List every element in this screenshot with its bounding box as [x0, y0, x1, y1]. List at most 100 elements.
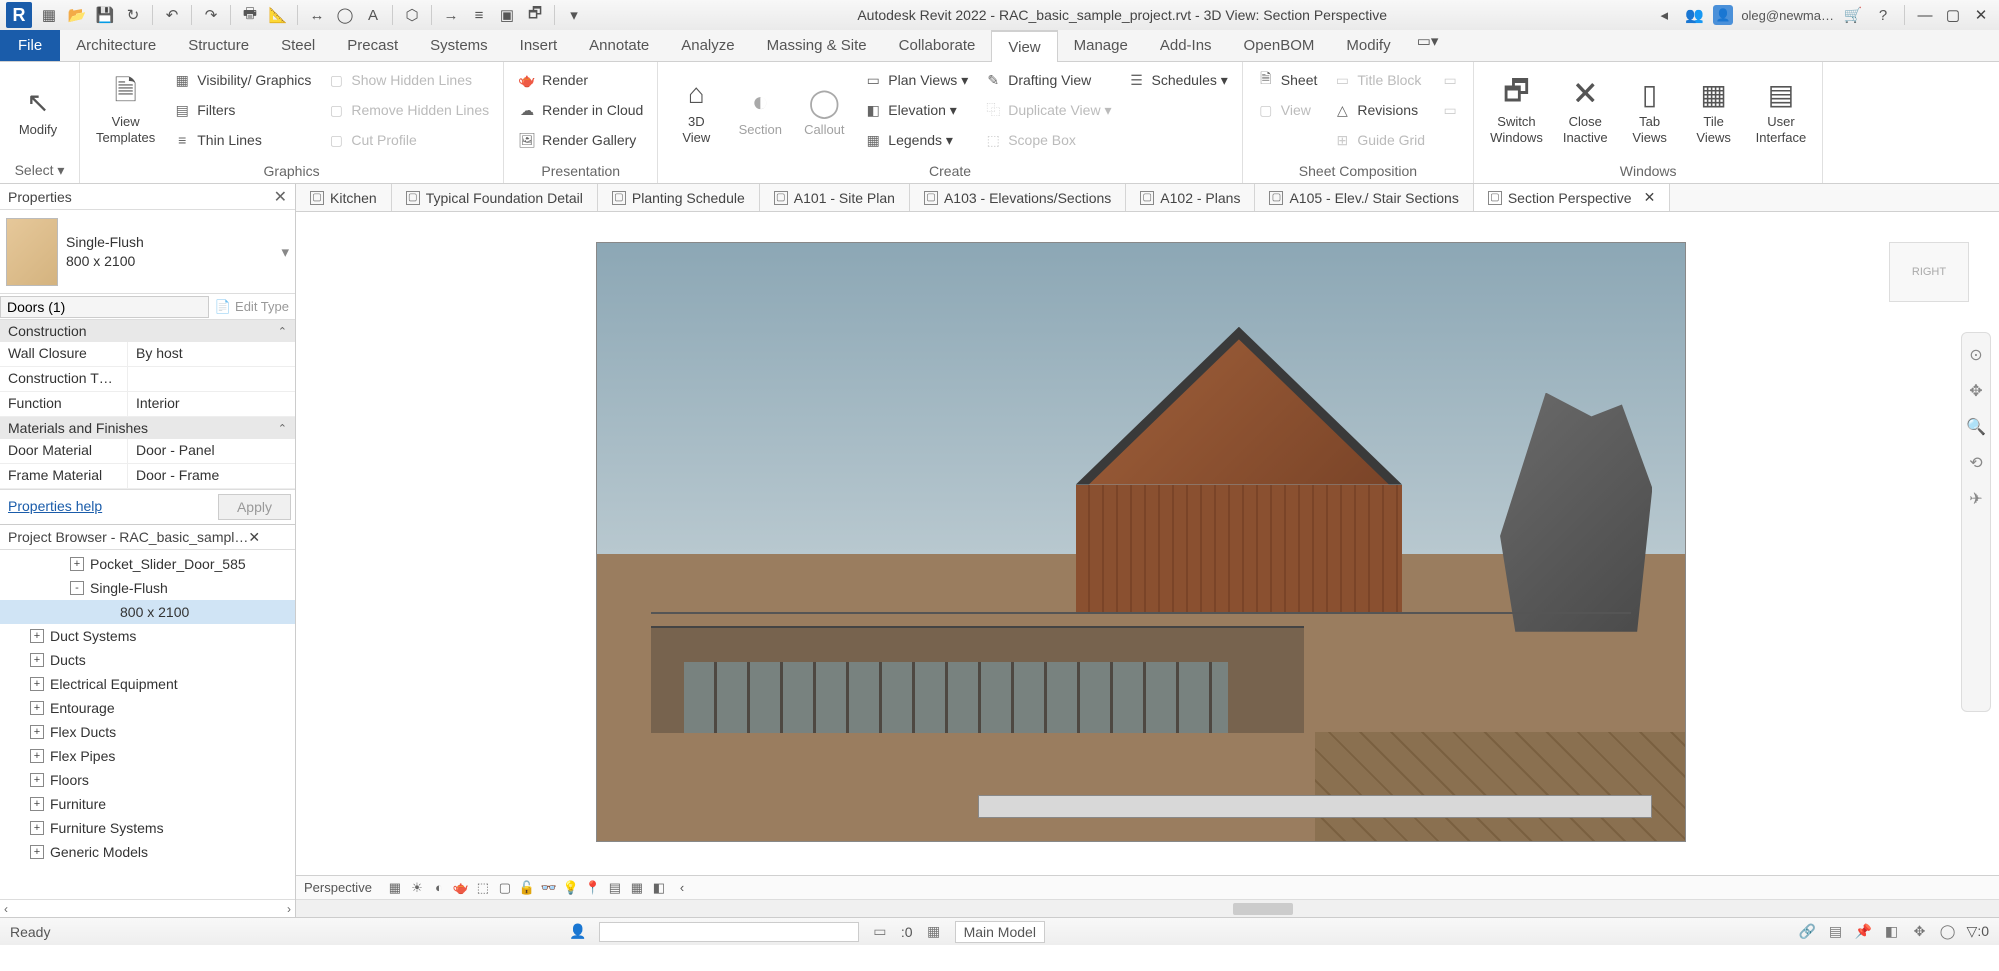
schedules-button[interactable]: ☰Schedules ▾ — [1121, 66, 1233, 94]
nav-back-icon[interactable]: ◂ — [1653, 4, 1675, 26]
tree-item[interactable]: +Furniture — [0, 792, 295, 816]
drafting-view-button[interactable]: ✎Drafting View — [978, 66, 1117, 94]
tree-expander-icon[interactable]: + — [30, 845, 44, 859]
qat-3d-icon[interactable]: ⬡ — [401, 4, 423, 26]
view-cube[interactable]: RIGHT — [1889, 242, 1969, 302]
ribbon-tab-add-ins[interactable]: Add-Ins — [1144, 30, 1228, 61]
worksharing-icon[interactable]: 👤 — [569, 923, 587, 941]
tree-item[interactable]: +Furniture Systems — [0, 816, 295, 840]
tile-views-button[interactable]: ▦Tile Views — [1684, 66, 1744, 156]
switch-windows-button[interactable]: 🗗Switch Windows — [1482, 66, 1551, 156]
tree-expander-icon[interactable]: + — [30, 725, 44, 739]
visibility-graphics-button[interactable]: ▦Visibility/ Graphics — [167, 66, 317, 94]
filters-button[interactable]: ▤Filters — [167, 96, 317, 124]
ribbon-tab-insert[interactable]: Insert — [504, 30, 574, 61]
pan-icon[interactable]: ✥ — [1966, 381, 1986, 401]
tree-expander-icon[interactable]: + — [30, 773, 44, 787]
properties-close-icon[interactable]: ✕ — [274, 187, 287, 207]
vc-shadow-icon[interactable]: ◐ — [430, 879, 448, 897]
view-tab[interactable]: ▢Kitchen — [296, 184, 392, 211]
file-tab[interactable]: File — [0, 30, 60, 61]
model-icon[interactable]: ▦ — [925, 923, 943, 941]
render-cloud-button[interactable]: ☁Render in Cloud — [512, 96, 649, 124]
navigation-bar[interactable]: ⊙ ✥ 🔍 ⟲ ✈ — [1961, 332, 1991, 712]
type-selector[interactable]: Single-Flush 800 x 2100 ▾ — [0, 210, 295, 294]
zoom-icon[interactable]: 🔍 — [1966, 417, 1986, 437]
modify-button[interactable]: ↖ Modify — [8, 66, 68, 156]
maximize-button[interactable]: ▢ — [1943, 5, 1963, 25]
tree-expander-icon[interactable]: + — [30, 629, 44, 643]
scroll-right-icon[interactable]: › — [287, 902, 291, 916]
thin-lines-button[interactable]: ≡Thin Lines — [167, 126, 317, 154]
scroll-left-icon[interactable]: ‹ — [4, 902, 8, 916]
keyboard-input[interactable] — [599, 922, 859, 942]
filter-count[interactable]: ▽:0 — [1967, 923, 1989, 940]
vc-temp-icon[interactable]: 👓 — [540, 879, 558, 897]
horizontal-scrollbar[interactable] — [296, 899, 1999, 917]
vc-crop-icon[interactable]: ⬚ — [474, 879, 492, 897]
user-avatar-icon[interactable]: 👤 — [1713, 5, 1733, 25]
view-tab[interactable]: ▢A103 - Elevations/Sections — [910, 184, 1126, 211]
qat-undo-icon[interactable]: ↶ — [161, 4, 183, 26]
properties-help-link[interactable]: Properties help — [4, 494, 218, 520]
legends-button[interactable]: ▦Legends ▾ — [858, 126, 974, 154]
tab-views-button[interactable]: ▯Tab Views — [1620, 66, 1680, 156]
tree-expander-icon[interactable]: + — [30, 821, 44, 835]
close-inactive-button[interactable]: 🗙Close Inactive — [1555, 66, 1616, 156]
qat-dimension-icon[interactable]: ↔ — [306, 4, 328, 26]
vc-render-icon[interactable]: 🫖 — [452, 879, 470, 897]
section-button[interactable]: ◐ Section — [730, 66, 790, 156]
select-pinned-icon[interactable]: 📌 — [1855, 923, 1873, 941]
browser-close-icon[interactable]: ✕ — [248, 529, 260, 546]
select-links-icon[interactable]: 🔗 — [1799, 923, 1817, 941]
tree-expander-icon[interactable]: + — [30, 653, 44, 667]
tree-expander-icon[interactable]: - — [70, 581, 84, 595]
3d-view-button[interactable]: ⌂ 3D View — [666, 66, 726, 156]
edit-type-button[interactable]: 📄Edit Type — [209, 299, 295, 315]
tree-item[interactable]: +Pocket_Slider_Door_585 — [0, 552, 295, 576]
view-tab[interactable]: ▢A102 - Plans — [1126, 184, 1255, 211]
ribbon-tab-analyze[interactable]: Analyze — [665, 30, 750, 61]
qat-thin-icon[interactable]: ≡ — [468, 4, 490, 26]
qat-print-icon[interactable]: 🖶 — [239, 4, 261, 26]
prop-row[interactable]: Door MaterialDoor - Panel — [0, 439, 295, 464]
vc-sun-icon[interactable]: ☀ — [408, 879, 426, 897]
orbit-icon[interactable]: ⟲ — [1966, 453, 1986, 473]
ribbon-tab-annotate[interactable]: Annotate — [573, 30, 665, 61]
tree-item[interactable]: 800 x 2100 — [0, 600, 295, 624]
revit-logo-icon[interactable]: R — [6, 2, 32, 28]
align-icon[interactable]: ▭ — [871, 923, 889, 941]
prop-row[interactable]: Construction T… — [0, 367, 295, 392]
ribbon-tab-systems[interactable]: Systems — [414, 30, 504, 61]
qat-switch-icon[interactable]: 🗗 — [524, 4, 546, 26]
paperplane-icon[interactable]: ✈ — [1966, 489, 1986, 509]
tree-item[interactable]: +Ducts — [0, 648, 295, 672]
qat-section-icon[interactable]: → — [440, 4, 462, 26]
tree-item[interactable]: +Duct Systems — [0, 624, 295, 648]
duplicate-view-button[interactable]: ⿻Duplicate View ▾ — [978, 96, 1117, 124]
tab-close-icon[interactable]: ✕ — [1644, 189, 1656, 206]
chevron-down-icon[interactable]: ▾ — [281, 243, 289, 261]
vc-style-icon[interactable]: ▦ — [386, 879, 404, 897]
select-face-icon[interactable]: ◧ — [1883, 923, 1901, 941]
tree-item[interactable]: +Entourage — [0, 696, 295, 720]
ribbon-tab-steel[interactable]: Steel — [265, 30, 331, 61]
help-icon[interactable]: ? — [1872, 4, 1894, 26]
minimize-button[interactable]: — — [1915, 5, 1935, 25]
user-interface-button[interactable]: ▤User Interface — [1748, 66, 1815, 156]
apply-button[interactable]: Apply — [218, 494, 291, 520]
tree-item[interactable]: +Electrical Equipment — [0, 672, 295, 696]
ribbon-tab-manage[interactable]: Manage — [1058, 30, 1144, 61]
properties-filter-input[interactable] — [0, 296, 209, 318]
render-button[interactable]: 🫖Render — [512, 66, 649, 94]
prop-group-header[interactable]: Construction⌃ — [0, 320, 295, 342]
workset-selector[interactable]: Main Model — [955, 921, 1045, 943]
prop-row[interactable]: FunctionInterior — [0, 392, 295, 417]
ribbon-tab-collaborate[interactable]: Collaborate — [883, 30, 992, 61]
tree-item[interactable]: +Generic Models — [0, 840, 295, 864]
qat-save-icon[interactable]: 💾 — [94, 4, 116, 26]
ribbon-tab-architecture[interactable]: Architecture — [60, 30, 172, 61]
tree-expander-icon[interactable]: + — [70, 557, 84, 571]
tree-expander-icon[interactable]: + — [30, 749, 44, 763]
tree-expander-icon[interactable]: + — [30, 677, 44, 691]
